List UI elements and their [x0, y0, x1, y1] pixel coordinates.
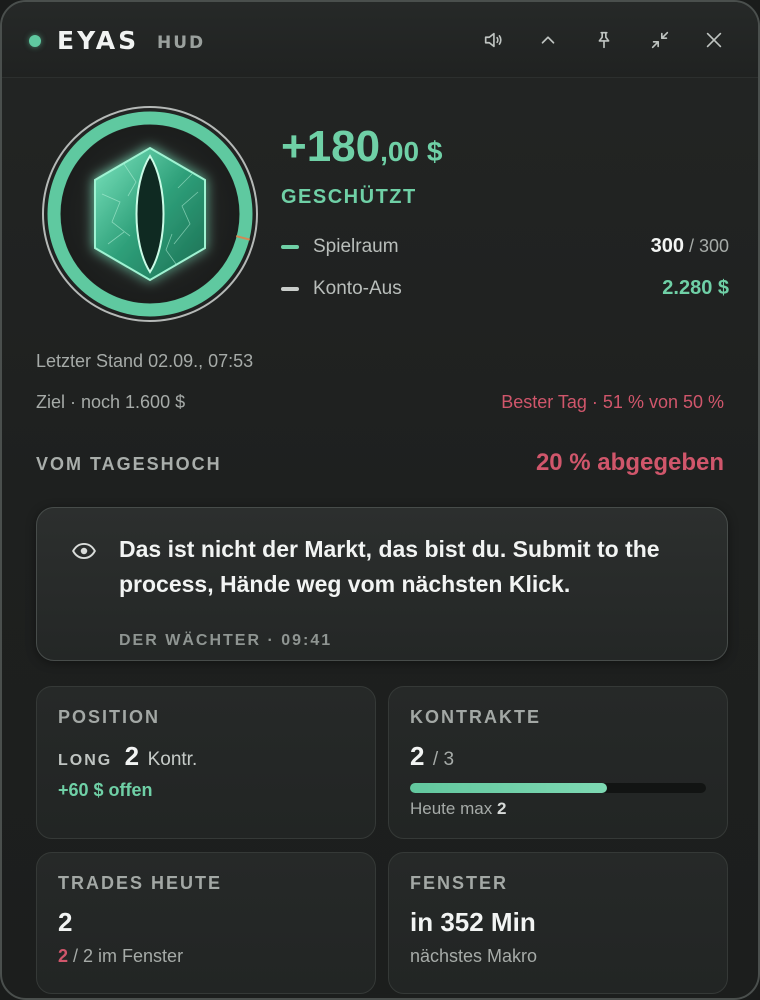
meta-row-spielraum: Spielraum 300 / 300 — [281, 233, 729, 261]
contracts-note: Heute max 2 — [410, 799, 507, 818]
window-note: nächstes Makro — [410, 946, 538, 966]
konto-aus-value: 2.280 $ — [662, 277, 729, 299]
position-open-pnl: +60 $ offen — [58, 780, 153, 800]
contracts-progress-fill — [410, 783, 607, 793]
spielraum-value: 300 / 300 — [650, 235, 729, 257]
chevron-up-icon[interactable] — [534, 26, 562, 54]
window-card: FENSTER in 352 Min nächstes Makro — [388, 852, 728, 994]
contracts-max: / 3 — [432, 749, 455, 770]
contracts-title: KONTRAKTE — [410, 707, 541, 727]
window-value: in 352 Min — [410, 907, 536, 937]
position-side: LONG — [58, 752, 113, 769]
title-bar[interactable]: EYAS HUD — [2, 2, 758, 78]
contracts-value: 2 — [410, 741, 425, 771]
hud-window: EYAS HUD +180,00 $ GESCHÜTZT Spielraum 3… — [0, 0, 760, 1000]
trades-title: TRADES HEUTE — [58, 873, 223, 893]
contracts-line: 2 / 3 — [410, 741, 454, 772]
close-icon[interactable] — [700, 26, 728, 54]
last-update-text: Letzter Stand 02.09., 07:53 — [36, 351, 254, 371]
guardian-attribution: DER WÄCHTER · 09:41 — [119, 632, 333, 649]
trades-note: 2 / 2 im Fenster — [58, 946, 184, 966]
contracts-card: KONTRAKTE 2 / 3 Heute max 2 — [388, 686, 728, 839]
contracts-progress-bar — [410, 783, 706, 793]
app-subtitle: HUD — [157, 33, 206, 53]
spielraum-label: Spielraum — [313, 236, 399, 257]
window-title: FENSTER — [410, 873, 509, 893]
trades-line: 2 — [58, 907, 72, 938]
collapse-icon[interactable] — [646, 26, 674, 54]
pin-icon[interactable] — [590, 26, 618, 54]
spielraum-marker — [281, 245, 299, 249]
drawdown-value: 20 % abgegeben — [535, 449, 724, 476]
trades-card: TRADES HEUTE 2 2 / 2 im Fenster — [36, 852, 376, 994]
position-count: 2 — [124, 741, 140, 771]
position-card: POSITION LONG 2 Kontr. +60 $ offen — [36, 686, 376, 839]
eye-icon[interactable] — [71, 538, 97, 564]
konto-aus-label: Konto-Aus — [313, 278, 402, 299]
guardian-message-card: Das ist nicht der Markt, das bist du. Su… — [36, 507, 728, 661]
status-dot — [29, 35, 41, 47]
pnl-cents: ,00 $ — [380, 136, 443, 167]
window-line: in 352 Min — [410, 907, 536, 938]
app-name: EYAS — [57, 26, 140, 55]
guardian-message: Das ist nicht der Markt, das bist du. Su… — [119, 536, 660, 597]
goal-text: Ziel · noch 1.600 $ — [36, 392, 186, 412]
position-title: POSITION — [58, 707, 161, 727]
best-day-text: Bester Tag · 51 % von 50 % — [501, 392, 724, 412]
position-line: LONG 2 Kontr. — [58, 741, 197, 772]
pnl-value: +180,00 $ — [281, 122, 442, 172]
position-unit: Kontr. — [147, 749, 198, 770]
protection-status: GESCHÜTZT — [281, 186, 417, 208]
trades-value: 2 — [58, 907, 73, 937]
pnl-main: +180 — [281, 122, 381, 171]
speaker-icon[interactable] — [479, 26, 507, 54]
meta-row-konto-aus: Konto-Aus 2.280 $ — [281, 275, 729, 303]
drawdown-label: VOM TAGESHOCH — [36, 454, 222, 474]
konto-aus-marker — [281, 287, 299, 291]
protection-ring — [40, 104, 260, 324]
